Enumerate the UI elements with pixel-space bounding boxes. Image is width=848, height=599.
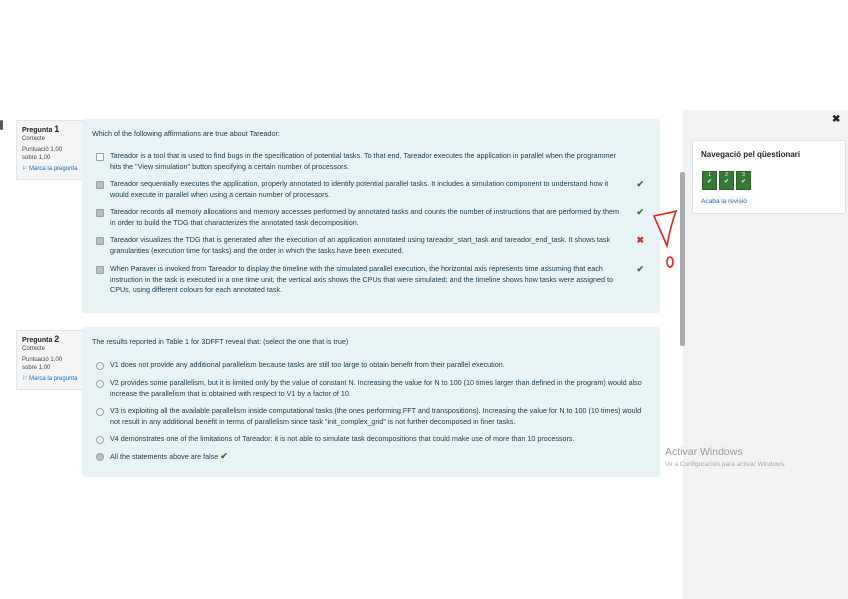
left-edge-handle — [0, 120, 3, 130]
quiz-navigation-title: Navegació pel qüestionari — [701, 150, 801, 159]
flag-question-link[interactable]: ⚐ Marca la pregunta — [22, 375, 78, 383]
quiz-nav-button[interactable]: 3 ✔ — [736, 171, 751, 190]
question-status: Correcte — [22, 136, 46, 142]
close-drawer-icon[interactable]: ✖ — [832, 114, 840, 125]
flag-question-link[interactable]: ⚐ Marca la pregunta — [22, 165, 78, 173]
question-status: Correcte — [22, 346, 46, 352]
quiz-nav-button[interactable]: 2 ✔ — [719, 171, 734, 190]
question-text: Which of the following affirmations are … — [92, 129, 280, 138]
answer-text: V1 does not provide any additional paral… — [110, 360, 505, 369]
checkbox-checked[interactable] — [96, 181, 104, 189]
answer-text: All the statements above are false ✔ — [110, 451, 228, 461]
answer-text: Tareador records all memory allocations … — [110, 207, 619, 227]
correct-check-icon: ✔ — [636, 207, 644, 217]
question-1-info: Pregunta 1 Correcte Puntuació 1,00 sobre… — [16, 120, 83, 180]
question-2-content: The results reported in Table 1 for 3DFF… — [82, 327, 660, 477]
quiz-nav-button[interactable]: 1 ✔ — [702, 171, 717, 190]
question-2-info: Pregunta 2 Correcte Puntuació 1,00 sobre… — [16, 330, 83, 390]
question-number: Pregunta 1 — [22, 124, 60, 135]
correct-check-icon: ✔ — [220, 451, 228, 461]
question-text: The results reported in Table 1 for 3DFF… — [92, 337, 349, 346]
windows-activation-watermark: Activar Windows — [665, 446, 743, 458]
question-number: Pregunta 2 — [22, 334, 60, 345]
question-1-content: Which of the following affirmations are … — [82, 119, 660, 313]
checkbox[interactable] — [96, 153, 104, 161]
correct-check-icon: ✔ — [636, 264, 644, 274]
incorrect-cross-icon: ✖ — [636, 235, 644, 245]
checkbox-checked[interactable] — [96, 209, 104, 217]
red-annotation-exclamation-icon — [652, 209, 678, 268]
radio-button-selected[interactable] — [96, 453, 104, 461]
answer-text: Tareador sequentially executes the appli… — [110, 179, 609, 199]
question-score: Puntuació 1,00 — [22, 357, 63, 363]
radio-button[interactable] — [96, 436, 104, 444]
answer-text: V3 is exploiting all the available paral… — [110, 406, 642, 426]
quiz-navigation-card: Navegació pel qüestionari 1 ✔ 2 ✔ 3 ✔ Acaba… — [692, 140, 846, 214]
question-out-of: sobre 1,00 — [22, 155, 51, 161]
answer-text: When Paraver is invoked from Tareador to… — [110, 264, 613, 294]
page-scrollbar[interactable] — [680, 172, 685, 346]
check-icon: ✔ — [723, 179, 730, 185]
checkbox-checked[interactable] — [96, 237, 104, 245]
question-out-of: sobre 1,00 — [22, 365, 51, 371]
checkbox-checked[interactable] — [96, 266, 104, 274]
windows-activation-hint: Ve a Configuración para activar Windows. — [665, 461, 786, 468]
correct-check-icon: ✔ — [636, 179, 644, 189]
radio-button[interactable] — [96, 380, 104, 388]
question-score: Puntuació 1,00 — [22, 147, 63, 153]
answer-text: V2 provides some parallelism, but it is … — [110, 378, 642, 398]
answer-text: Tareador visualizes the TDG that is gene… — [110, 235, 611, 255]
answer-text: V4 demonstrates one of the limitations o… — [110, 434, 575, 443]
check-icon: ✔ — [706, 179, 713, 185]
answer-text: Tareador is a tool that is used to find … — [110, 151, 616, 171]
radio-button[interactable] — [96, 408, 104, 416]
radio-button[interactable] — [96, 362, 104, 370]
finish-review-link[interactable]: Acaba la revisió — [701, 198, 747, 205]
check-icon: ✔ — [740, 179, 747, 185]
